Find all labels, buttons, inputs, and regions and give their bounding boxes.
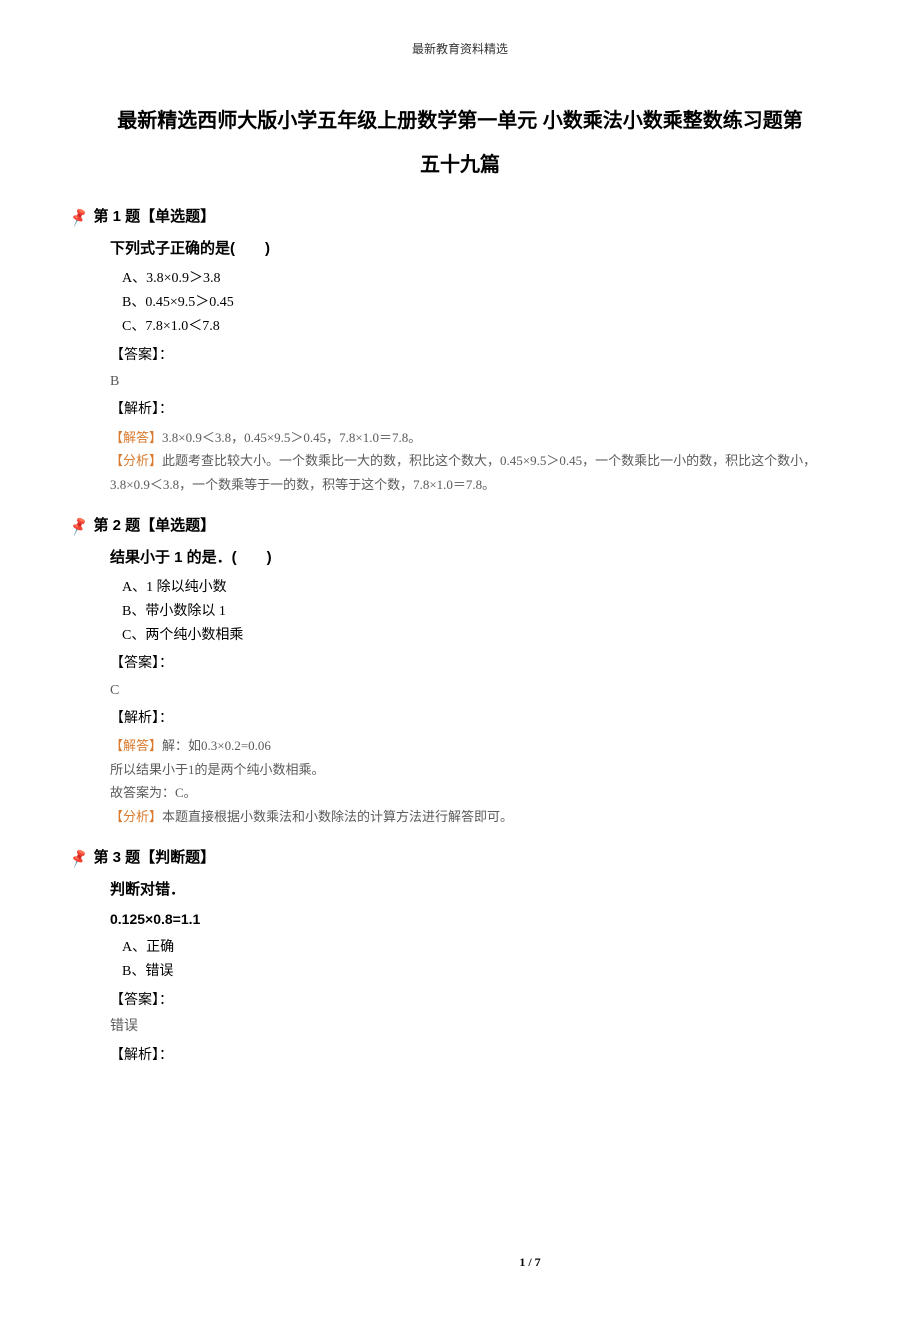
page-footer: 1 / 7 — [70, 1253, 920, 1272]
analysis-label: 【解析】： — [110, 399, 850, 421]
option-a: A、正确 — [122, 936, 850, 960]
question-sub: 0.125×0.8=1.1 — [110, 908, 850, 930]
answer-label: 【答案】： — [110, 990, 850, 1012]
document-title: 最新精选西师大版小学五年级上册数学第一单元 小数乘法小数乘整数练习题第 五十九篇 — [70, 99, 850, 187]
question-3: 📌 第 3 题【判断题】 判断对错． 0.125×0.8=1.1 A、正确 B、… — [70, 846, 850, 1067]
question-number-label: 第 2 题【单选题】 — [93, 514, 215, 538]
option-b: B、0.45×9.5＞0.45 — [122, 291, 850, 315]
question-stem: 下列式子正确的是( ) — [110, 237, 850, 261]
analysis-tag: 【解答】 — [110, 738, 162, 753]
analysis-text: 本题直接根据小数乘法和小数除法的计算方法进行解答即可。 — [162, 809, 513, 824]
option-c: C、两个纯小数相乘 — [122, 624, 850, 648]
analysis-content: 【解答】3.8×0.9＜3.8，0.45×9.5＞0.45，7.8×1.0＝7.… — [110, 426, 850, 496]
title-line-1: 最新精选西师大版小学五年级上册数学第一单元 小数乘法小数乘整数练习题第 — [70, 99, 850, 143]
pin-icon: 📌 — [67, 204, 91, 231]
answer-value: B — [110, 371, 850, 393]
question-stem: 判断对错． — [110, 878, 850, 902]
analysis-tag: 【分析】 — [110, 453, 162, 468]
question-header: 📌 第 1 题【单选题】 — [70, 205, 850, 229]
answer-label: 【答案】： — [110, 653, 850, 675]
option-c: C、7.8×1.0＜7.8 — [122, 315, 850, 339]
analysis-line: 【解答】3.8×0.9＜3.8，0.45×9.5＞0.45，7.8×1.0＝7.… — [110, 426, 850, 449]
question-header: 📌 第 3 题【判断题】 — [70, 846, 850, 870]
question-stem: 结果小于 1 的是．( ) — [110, 546, 850, 570]
question-header: 📌 第 2 题【单选题】 — [70, 514, 850, 538]
question-options: A、3.8×0.9＞3.8 B、0.45×9.5＞0.45 C、7.8×1.0＜… — [122, 267, 850, 338]
analysis-line: 所以结果小于1的是两个纯小数相乘。 — [110, 758, 850, 781]
analysis-text: 3.8×0.9＜3.8，0.45×9.5＞0.45，7.8×1.0＝7.8。 — [162, 430, 421, 445]
question-options: A、1 除以纯小数 B、带小数除以 1 C、两个纯小数相乘 — [122, 576, 850, 647]
option-a: A、1 除以纯小数 — [122, 576, 850, 600]
pin-icon: 📌 — [67, 512, 91, 539]
answer-value: 错误 — [110, 1016, 850, 1038]
analysis-tag: 【分析】 — [110, 809, 162, 824]
analysis-label: 【解析】： — [110, 708, 850, 730]
analysis-text: 所以结果小于1的是两个纯小数相乘。 — [110, 762, 325, 777]
analysis-content: 【解答】解：如0.3×0.2=0.06 所以结果小于1的是两个纯小数相乘。 故答… — [110, 734, 850, 828]
analysis-text: 此题考查比较大小。一个数乘比一大的数，积比这个数大，0.45×9.5＞0.45，… — [110, 453, 816, 491]
question-number-label: 第 1 题【单选题】 — [93, 205, 215, 229]
analysis-line: 【分析】此题考查比较大小。一个数乘比一大的数，积比这个数大，0.45×9.5＞0… — [110, 449, 850, 496]
analysis-line: 【分析】本题直接根据小数乘法和小数除法的计算方法进行解答即可。 — [110, 805, 850, 828]
answer-label: 【答案】： — [110, 345, 850, 367]
pin-icon: 📌 — [67, 845, 91, 872]
analysis-text: 解：如0.3×0.2=0.06 — [162, 738, 271, 753]
page-header: 最新教育资料精选 — [70, 40, 850, 59]
question-number-label: 第 3 题【判断题】 — [93, 846, 215, 870]
analysis-tag: 【解答】 — [110, 430, 162, 445]
option-a: A、3.8×0.9＞3.8 — [122, 267, 850, 291]
question-1: 📌 第 1 题【单选题】 下列式子正确的是( ) A、3.8×0.9＞3.8 B… — [70, 205, 850, 496]
option-b: B、错误 — [122, 960, 850, 984]
question-2: 📌 第 2 题【单选题】 结果小于 1 的是．( ) A、1 除以纯小数 B、带… — [70, 514, 850, 828]
analysis-text: 故答案为：C。 — [110, 785, 197, 800]
title-line-2: 五十九篇 — [70, 143, 850, 187]
analysis-line: 【解答】解：如0.3×0.2=0.06 — [110, 734, 850, 757]
analysis-line: 故答案为：C。 — [110, 781, 850, 804]
option-b: B、带小数除以 1 — [122, 600, 850, 624]
analysis-label: 【解析】： — [110, 1045, 850, 1067]
answer-value: C — [110, 680, 850, 702]
question-options: A、正确 B、错误 — [122, 936, 850, 984]
